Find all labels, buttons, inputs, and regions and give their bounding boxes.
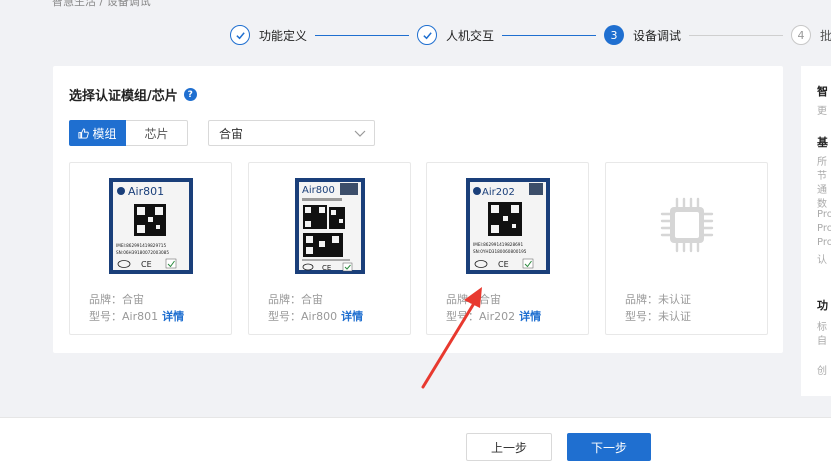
model-label: 型号： [625, 310, 658, 323]
model-row: 型号：未认证 [625, 308, 691, 325]
svg-text:CE: CE [141, 260, 152, 269]
chip-info: 品牌：合宙 型号：Air202 详情 [446, 291, 541, 325]
panel-basic-line: Pro [817, 223, 831, 234]
step-device-debug: 3 设备调试 [604, 25, 681, 45]
step-connector [689, 34, 784, 36]
chip-label: Air801 [128, 185, 164, 198]
generic-chip-icon [660, 197, 713, 253]
model-row: 型号：Air202 详情 [446, 308, 541, 325]
tab-chip[interactable]: 芯片 [126, 120, 188, 146]
brand-select-value: 合宙 [219, 126, 244, 141]
brand-row: 品牌：合宙 [268, 291, 363, 308]
footer-bar [0, 417, 831, 465]
step-label: 人机交互 [446, 28, 495, 43]
step-number: 4 [791, 25, 812, 45]
chip-image: Air202 IMEI:862991419828691 SN:0YHD31800… [465, 178, 550, 274]
step-batch: 4 批量 [791, 25, 831, 45]
panel-function-line: 标 [817, 322, 827, 333]
panel-basic-line: 所 [817, 157, 827, 168]
chevron-down-icon [354, 130, 366, 137]
brand-value: 未认证 [658, 293, 691, 306]
section-title: 选择认证模组/芯片 ? [69, 85, 197, 104]
detail-link[interactable]: 详情 [162, 310, 184, 323]
step-function-definition: 功能定义 [230, 25, 307, 45]
breadcrumb: 智慧生活 / 设备调试 [52, 0, 151, 8]
next-step-button[interactable]: 下一步 [567, 433, 651, 461]
check-icon [417, 25, 438, 45]
panel-basic-line: 数 [817, 199, 827, 210]
model-value: Air800 [301, 310, 338, 323]
model-label: 型号： [446, 310, 479, 323]
panel-basic-heading: 基 [817, 136, 828, 149]
model-value: Air202 [479, 310, 516, 323]
chip-imei: IMEI:862991419829715 [116, 243, 166, 248]
check-icon [230, 25, 250, 45]
tab-chip-label: 芯片 [144, 126, 169, 141]
step-connector [315, 34, 410, 36]
brand-row: 品牌：合宙 [446, 291, 541, 308]
brand-row: 品牌：未认证 [625, 291, 691, 308]
model-row: 型号：Air801 详情 [89, 308, 184, 325]
chip-label: Air800 [302, 185, 335, 196]
module-card-air801[interactable]: Air801 IMEI:862991419829715 SN:06H391800… [69, 162, 232, 335]
brand-row: 品牌：合宙 [89, 291, 184, 308]
step-connector [502, 34, 597, 36]
panel-basic-line: 节 [817, 171, 827, 182]
svg-text:CE: CE [322, 264, 331, 272]
chip-info: 品牌：未认证 型号：未认证 [625, 291, 691, 325]
panel-title: 智 [817, 85, 828, 98]
panel-function-heading: 功 [817, 299, 828, 312]
chip-image: Air800 CE [294, 178, 365, 274]
brand-value: 合宙 [122, 293, 144, 306]
panel-basic-line: Pro [817, 237, 831, 248]
model-label: 型号： [89, 310, 122, 323]
help-icon[interactable]: ? [183, 88, 197, 101]
chip-sn: SN:0YHD3180060800195 [473, 249, 527, 254]
brand-label: 品牌： [446, 293, 479, 306]
tab-module-label: 模组 [92, 126, 117, 141]
chip-info: 品牌：合宙 型号：Air800 详情 [268, 291, 363, 325]
chip-sn: SN:06H39180072003085 [116, 250, 169, 255]
previous-step-button[interactable]: 上一步 [466, 433, 552, 461]
progress-steps: 功能定义 人机交互 3 设备调试 4 批量 [230, 24, 831, 46]
brand-label: 品牌： [625, 293, 658, 306]
chip-imei: IMEI:862991419828691 [473, 242, 523, 247]
step-number: 3 [604, 25, 625, 45]
chip-info: 品牌：合宙 型号：Air801 详情 [89, 291, 184, 325]
section-title-text: 选择认证模组/芯片 [69, 89, 178, 104]
step-label: 功能定义 [259, 28, 308, 43]
model-row: 型号：Air800 详情 [268, 308, 363, 325]
detail-link[interactable]: 详情 [341, 310, 363, 323]
svg-text:CE: CE [498, 260, 509, 269]
brand-label: 品牌： [89, 293, 122, 306]
step-label: 批量 [820, 28, 831, 43]
brand-select[interactable]: 合宙 [208, 120, 375, 146]
panel-function-line: 创 [817, 366, 827, 377]
thumbs-up-icon [78, 127, 90, 139]
panel-basic-line: Pro [817, 209, 831, 220]
model-value: 未认证 [658, 310, 691, 323]
brand-value: 合宙 [301, 293, 323, 306]
module-card-air800[interactable]: Air800 CE 品牌：合宙 型号：Air800 详情 [248, 162, 411, 335]
chip-image: Air801 IMEI:862991419829715 SN:06H391800… [108, 178, 193, 274]
step-label: 设备调试 [633, 28, 682, 43]
model-value: Air801 [122, 310, 159, 323]
panel-subtitle: 更 [817, 106, 827, 117]
module-selection-card: 选择认证模组/芯片 ? 模组 芯片 合宙 Air801 IMEI:8629914… [53, 66, 783, 353]
detail-link[interactable]: 详情 [519, 310, 541, 323]
type-tabs: 模组 芯片 [69, 120, 188, 146]
module-card-unverified[interactable]: 品牌：未认证 型号：未认证 [605, 162, 768, 335]
panel-basic-line: 认 [817, 255, 827, 266]
panel-function-line: 自 [817, 336, 827, 347]
product-info-panel: 智 更 基 所 节 通 数 Pro Pro Pro 认 功 标 自 创 [801, 66, 831, 396]
chip-label: Air202 [482, 187, 515, 198]
tab-module[interactable]: 模组 [69, 120, 126, 146]
brand-label: 品牌： [268, 293, 301, 306]
model-label: 型号： [268, 310, 301, 323]
brand-value: 合宙 [479, 293, 501, 306]
module-card-air202[interactable]: Air202 IMEI:862991419828691 SN:0YHD31800… [426, 162, 589, 335]
panel-basic-line: 通 [817, 185, 827, 196]
step-interaction: 人机交互 [417, 25, 494, 45]
